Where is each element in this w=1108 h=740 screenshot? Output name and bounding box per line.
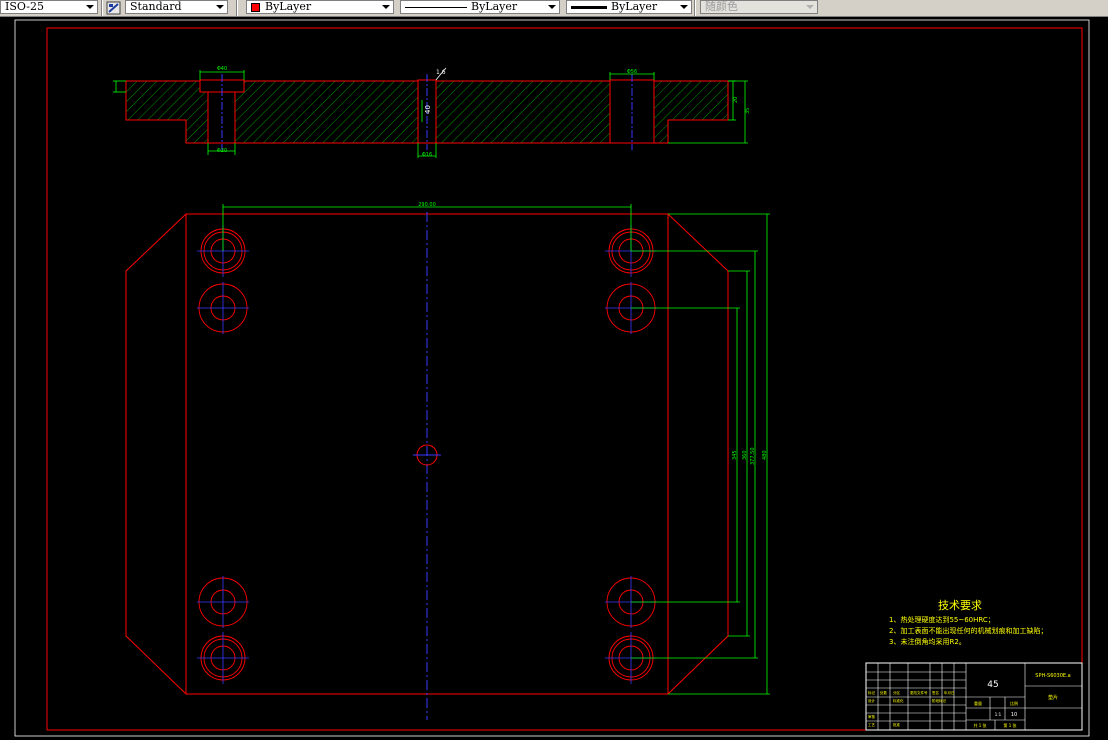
dim-text: Φ40: [217, 66, 227, 72]
dim-text: 345: [732, 450, 738, 460]
lineweight-preview-icon: [571, 6, 607, 9]
chevron-down-icon[interactable]: [382, 5, 390, 9]
chevron-down-icon[interactable]: [86, 5, 94, 9]
chevron-down-icon[interactable]: [806, 5, 814, 9]
toolbar-separator: [236, 0, 238, 16]
dim-text: Φ20: [217, 148, 227, 154]
section-view: Φ40 Φ20 Φ16 Φ56 20 35 40 1.6: [113, 66, 751, 158]
drawing-canvas[interactable]: Φ40 Φ20 Φ16 Φ56 20 35 40 1.6 290.00 345 …: [0, 16, 1108, 740]
properties-toolbar: ISO-25 Standard ByLayer ByLayer ByLayer …: [0, 0, 1108, 17]
linetype-preview-icon: [405, 7, 467, 8]
title-cell-text: 签名: [932, 690, 939, 695]
chevron-down-icon[interactable]: [548, 5, 556, 9]
title-cell-text: 标准化: [893, 698, 904, 703]
dim-text: Φ16: [422, 152, 432, 158]
title-cell-text: 批准: [893, 722, 901, 727]
color-swatch-icon: [251, 3, 260, 12]
technical-requirements: 技术要求 1、热处理硬度达到55~60HRC； 2、加工表面不能出现任何的机械划…: [889, 599, 1047, 646]
tech-req-item: 3、未注倒角均采用R2。: [889, 637, 966, 646]
title-cell-text: 比例: [1010, 700, 1018, 706]
toolbar-separator: [694, 0, 696, 16]
linetype-control-dropdown[interactable]: ByLayer: [400, 0, 560, 14]
dimension-style-dropdown[interactable]: ISO-25: [0, 0, 98, 14]
lineweight-control-value: ByLayer: [611, 0, 658, 13]
title-cell-text: 年月日: [944, 690, 955, 695]
part-code-text: SPH-S6030E.a: [1035, 673, 1070, 679]
text-style-value: Standard: [130, 0, 182, 13]
drawing-name-text: 垫片: [1048, 694, 1058, 701]
title-cell-text: 设计: [868, 698, 876, 703]
title-cell-text: 10: [1011, 712, 1017, 718]
dim-text: 40: [424, 105, 432, 114]
title-block: 45 SPH-S6030E.a 垫片 重量 比例 10 1:1 共 1 张 第 …: [865, 662, 1083, 731]
roughness-value: 1.6: [436, 69, 446, 76]
title-cell-text: 更改文件号: [910, 690, 928, 695]
dim-text: 360: [742, 450, 748, 460]
plan-view: 290.00 345 360 377.50 480: [125, 202, 770, 720]
dim-text: 290.00: [418, 202, 436, 208]
title-cell-text: 重量: [974, 700, 982, 706]
title-cell-text: 分区: [893, 690, 901, 695]
material-text: 45: [987, 680, 998, 690]
dim-text: 480: [762, 450, 768, 460]
dim-text: 35: [745, 108, 751, 114]
dimension-style-value: ISO-25: [5, 0, 45, 13]
color-control-dropdown[interactable]: ByLayer: [246, 0, 394, 14]
dim-text: Φ56: [627, 69, 637, 75]
toolbar-separator: [101, 0, 103, 16]
dim-text: 377.50: [750, 448, 756, 466]
title-cell-text: 处数: [880, 690, 888, 695]
chevron-down-icon[interactable]: [680, 5, 688, 9]
title-cell-text: 审核: [868, 714, 876, 719]
text-style-dropdown[interactable]: Standard: [125, 0, 228, 14]
dim-text: 20: [733, 97, 739, 103]
title-cell-text: 共 1 张: [973, 722, 986, 728]
tech-req-item: 2、加工表面不能出现任何的机械划痕和加工缺陷；: [889, 626, 1047, 635]
linetype-control-value: ByLayer: [471, 0, 518, 13]
lineweight-control-dropdown[interactable]: ByLayer: [566, 0, 692, 14]
title-cell-text: 第 1 张: [1003, 722, 1016, 728]
title-cell-text: 标记: [868, 690, 876, 695]
color-control-value: ByLayer: [265, 0, 312, 13]
text-style-manager-button[interactable]: [106, 0, 122, 15]
tech-req-item: 1、热处理硬度达到55~60HRC；: [889, 615, 995, 624]
text-style-icon: [106, 1, 121, 15]
title-cell-text: 1:1: [995, 712, 1002, 717]
tech-req-title: 技术要求: [938, 599, 982, 612]
chevron-down-icon[interactable]: [216, 5, 224, 9]
title-cell-text: 阶段标记: [932, 698, 946, 703]
plot-style-dropdown[interactable]: 随颜色: [700, 0, 818, 14]
title-cell-text: 工艺: [868, 722, 876, 727]
plot-style-value: 随颜色: [705, 0, 738, 13]
